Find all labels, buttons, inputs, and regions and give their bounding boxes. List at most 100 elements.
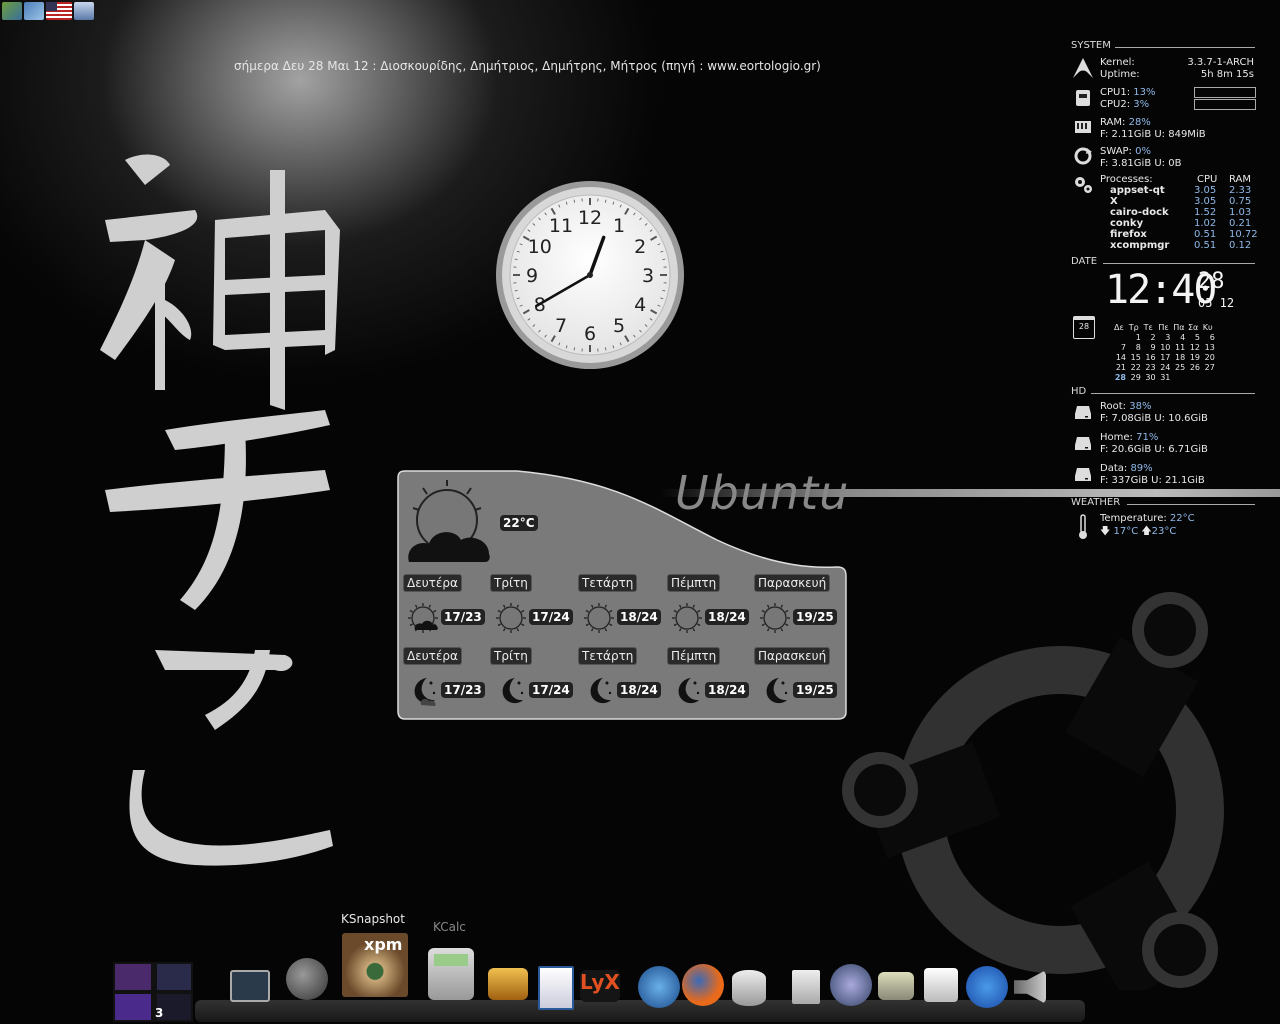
gears-icon — [1075, 177, 1092, 193]
process-name: firefox — [1110, 229, 1147, 240]
folder-icon[interactable] — [878, 972, 914, 1000]
ram-icon — [1075, 121, 1091, 133]
process-ram: 10.72 — [1229, 229, 1258, 240]
desktop-icon[interactable] — [74, 2, 94, 20]
moon-icon — [502, 678, 524, 704]
nameday-text: σήμερα Δευ 28 Μαι 12 : Διοσκουρίδης, Δημ… — [234, 59, 821, 73]
calendar-day: 25 — [1175, 363, 1186, 372]
forecast-temperature: 17/24 — [529, 682, 573, 698]
uptime-label: Uptime: — [1100, 69, 1140, 80]
network-icon[interactable] — [24, 2, 44, 20]
workspace-count: 3 — [155, 1006, 164, 1020]
hard-drive-icon — [1075, 468, 1091, 481]
digital-month-year: 05 12 — [1198, 296, 1235, 310]
process-ram: 0.12 — [1229, 240, 1252, 251]
process-cpu: 0.51 — [1194, 229, 1217, 240]
weather-widget: 22°C Δευτέρα 17/23 Τρίτη 17/24 Τετάρτη 18/24 Π… — [397, 470, 847, 720]
ksnapshot-tooltip: KSnapshot — [341, 912, 405, 926]
writer-icon[interactable] — [538, 966, 574, 1010]
process-ram: 0.21 — [1229, 218, 1252, 229]
data-label: Data: — [1100, 463, 1128, 474]
calendar-day: 30 — [1145, 373, 1156, 382]
date-title: DATE — [1071, 256, 1098, 267]
launcher-icon[interactable] — [2, 2, 22, 20]
swap-detail: F: 3.81GiB U: 0B — [1100, 158, 1182, 169]
calendar-day: 28 — [1114, 373, 1126, 382]
workspace-1-firefox-thumb[interactable] — [115, 964, 151, 990]
workspace-3-thumb[interactable] — [115, 994, 151, 1020]
root-label: Root: — [1100, 401, 1127, 412]
volume-icon[interactable] — [1014, 970, 1046, 1004]
process-cpu: 1.02 — [1194, 218, 1217, 229]
cpu1-label: CPU1: — [1100, 87, 1131, 98]
home-detail: F: 20.6GiB U: 6.71GiB — [1100, 444, 1208, 455]
temperature-high: 23°C — [1151, 526, 1177, 537]
gimp-icon[interactable] — [286, 958, 328, 1000]
sun-icon — [672, 603, 702, 633]
workspace-switcher[interactable]: 3 — [113, 962, 193, 1022]
process-name: cairo-dock — [1110, 207, 1169, 218]
clock-numeral: 2 — [634, 236, 646, 258]
ram-column-header: RAM — [1229, 174, 1252, 185]
kernel-value: 3.3.7-1-ARCH — [1187, 57, 1254, 68]
arrow-down-icon: 🡇 — [1100, 526, 1111, 537]
home-value: 71% — [1136, 432, 1159, 443]
ram-value: 28% — [1128, 117, 1151, 128]
section-divider — [1091, 393, 1255, 394]
hard-drive-icon — [1075, 437, 1091, 450]
ksnapshot-icon[interactable]: xpm — [342, 933, 408, 997]
process-ram: 0.75 — [1229, 196, 1252, 207]
kcalc-icon[interactable] — [428, 948, 474, 1000]
show-desktop-icon[interactable] — [230, 970, 270, 1002]
sun-icon — [584, 603, 614, 633]
cairo-dock: 3 KSnapshot xpm KCalc LyX — [0, 900, 1280, 1024]
forecast-day-label: Τετάρτη — [578, 647, 638, 665]
data-detail: F: 337GiB U: 21.1GiB — [1100, 475, 1205, 486]
cpu2-graph — [1194, 99, 1256, 110]
thunderbird-icon[interactable] — [638, 966, 680, 1008]
network-tools-icon[interactable] — [830, 964, 872, 1006]
digital-day: 28 — [1198, 269, 1225, 294]
forecast-day-label: Δευτέρα — [403, 574, 462, 592]
sun-icon — [760, 603, 790, 633]
weather-title: WEATHER — [1071, 497, 1121, 508]
process-cpu: 1.52 — [1194, 207, 1217, 218]
clock-numeral: 10 — [528, 236, 552, 258]
hard-drive-icon — [1075, 406, 1091, 419]
forecast-temperature: 19/25 — [793, 682, 837, 698]
forecast-temperature: 18/24 — [705, 682, 749, 698]
forecast-temperature: 18/24 — [617, 609, 661, 625]
calendar-day: 31 — [1160, 373, 1171, 382]
cpu2-value: 3% — [1133, 99, 1150, 110]
current-weather-icon — [408, 480, 490, 562]
calendar-weekday: Δε — [1114, 323, 1124, 332]
database-icon[interactable] — [732, 970, 766, 1006]
root-detail: F: 7.08GiB U: 10.6GiB — [1100, 413, 1208, 424]
system-title: SYSTEM — [1071, 40, 1111, 51]
forecast-day-label: Πέμπτη — [667, 574, 721, 592]
top-tray — [2, 2, 94, 20]
temperature-low: 17°C — [1113, 526, 1139, 537]
temperature-value: 22°C — [1169, 513, 1195, 524]
process-cpu: 0.51 — [1194, 240, 1217, 251]
accessibility-icon[interactable] — [966, 966, 1008, 1008]
process-name: conky — [1110, 218, 1144, 229]
firefox-icon[interactable] — [682, 964, 724, 1006]
file-cabinet-icon[interactable] — [792, 970, 820, 1004]
kcalc-tooltip: KCalc — [433, 920, 466, 934]
dictionary-icon[interactable] — [488, 968, 528, 1000]
kernel-label: Kernel: — [1100, 57, 1135, 68]
forecast-day-label: Παρασκευή — [754, 647, 831, 665]
kanji-artwork — [100, 154, 340, 866]
clock-numeral: 12 — [578, 207, 602, 229]
forecast-temperature: 19/25 — [793, 609, 837, 625]
data-value: 89% — [1130, 463, 1153, 474]
thermometer-icon — [1079, 514, 1087, 539]
clock-numeral: 1 — [613, 215, 625, 237]
swap-value: 0% — [1135, 146, 1151, 157]
us-flag-icon[interactable] — [46, 2, 72, 20]
switch-icon[interactable] — [924, 968, 958, 1002]
workspace-2-thumb[interactable] — [157, 964, 191, 990]
moon-icon — [766, 678, 788, 704]
lyx-icon[interactable]: LyX — [580, 970, 620, 1002]
